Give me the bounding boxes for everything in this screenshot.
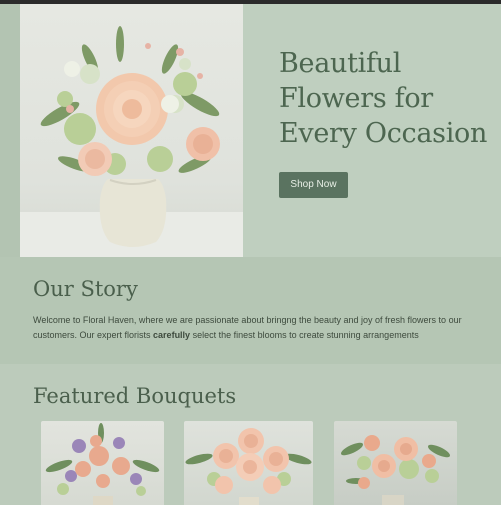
bouquet-image-1 [45,423,160,505]
bouquet-image-2 [185,428,312,505]
bouquet-illustration [20,26,243,257]
story-title: Our Story [33,277,138,301]
story-text-part2: select the finest blooms to create stunn… [190,329,419,340]
story-text-bold: carefully [153,329,191,340]
featured-bouquets-section: Featured Bouquets [0,364,501,505]
hero-image [20,4,243,257]
featured-title: Featured Bouquets [33,384,237,408]
bouquet-card-2[interactable] [184,421,313,505]
story-text: Welcome to Floral Haven, where we are pa… [33,313,473,342]
shop-now-button[interactable]: Shop Now [279,172,348,198]
hero-section: Beautiful Flowers for Every Occasion Sho… [0,4,501,257]
bouquet-image-3 [340,435,451,505]
our-story-section: Our Story Welcome to Floral Haven, where… [0,257,501,364]
bouquet-card-3[interactable] [334,421,457,505]
bouquet-card-1[interactable] [41,421,164,505]
hero-left-strip [0,4,20,257]
hero-title: Beautiful Flowers for Every Occasion [279,48,488,149]
